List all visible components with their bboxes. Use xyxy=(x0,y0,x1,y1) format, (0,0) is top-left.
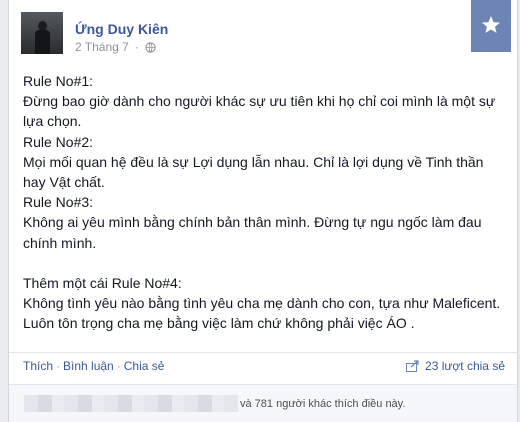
star-icon xyxy=(482,16,500,33)
post-line: Rule No#2: xyxy=(23,133,94,150)
post-line: Luôn tôn trọng cha mẹ bằng việc làm chứ … xyxy=(23,315,415,332)
share-count[interactable]: 23 lượt chia sẻ xyxy=(406,359,505,373)
separator-dot: · xyxy=(134,40,139,54)
post-line: Đừng bao giờ dành cho người khác sự ưu t… xyxy=(23,93,496,110)
post-text: Rule No#1: Đừng bao giờ dành cho người kh… xyxy=(23,71,513,334)
action-separator: · xyxy=(56,359,61,373)
blurred-liker-names xyxy=(24,395,238,412)
post-line: Rule No#1: xyxy=(23,73,94,89)
comment-link[interactable]: Bình luận xyxy=(63,359,114,373)
author-name[interactable]: Ứng Duy Kiên xyxy=(75,21,168,37)
share-icon xyxy=(406,360,419,372)
divider xyxy=(9,352,517,353)
likes-bar: và 781 người khác thích điều này. xyxy=(9,384,517,422)
post-line: Thêm một cái Rule No#4: xyxy=(23,275,182,292)
bookmark-button[interactable] xyxy=(471,0,511,52)
post-line: Mọi mối quan hệ đều là sự Lợi dụng lẫn n… xyxy=(23,153,484,170)
post-line: hay Vật chất. xyxy=(23,174,105,191)
like-link[interactable]: Thích xyxy=(23,359,53,373)
action-separator: · xyxy=(116,359,121,373)
share-link[interactable]: Chia sẻ xyxy=(124,359,165,373)
share-count-label: 23 lượt chia sẻ xyxy=(425,359,505,373)
post-card: Ứng Duy Kiên 2 Tháng 7 · Rule No#1: Đừng … xyxy=(8,0,518,422)
post-line xyxy=(23,253,513,273)
post-line: Không ai yêu mình bằng chính bản thân mì… xyxy=(23,214,482,231)
likes-summary[interactable]: và 781 người khác thích điều này. xyxy=(240,398,405,410)
globe-icon[interactable] xyxy=(145,41,156,53)
post-line: lựa chọn. xyxy=(23,113,82,130)
post-line: Không tình yêu nào bằng tình yêu cha mẹ … xyxy=(23,295,501,312)
post-line: Rule No#3: xyxy=(23,194,94,211)
post-line: chính mình. xyxy=(23,234,97,251)
post-meta: 2 Tháng 7 · xyxy=(75,40,156,54)
author-avatar[interactable] xyxy=(21,12,63,54)
post-header: Ứng Duy Kiên 2 Tháng 7 · xyxy=(21,12,501,62)
post-date[interactable]: 2 Tháng 7 xyxy=(75,40,129,54)
post-actions: Thích · Bình luận · Chia sẻ xyxy=(23,359,164,373)
